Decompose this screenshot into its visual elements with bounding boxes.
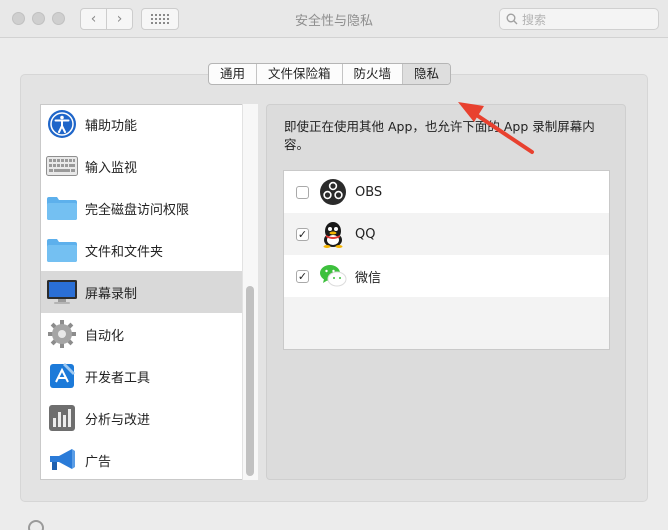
sidebar-item-automation[interactable]: 自动化 [41,313,243,355]
folder-icon [46,192,78,224]
folder-icon [46,234,78,266]
tab-firewall[interactable]: 防火墙 [343,64,404,84]
annotation-arrow-icon [458,102,534,154]
search-icon [506,13,518,25]
megaphone-icon [46,444,78,476]
sidebar-item-accessibility[interactable]: 辅助功能 [41,105,243,145]
app-row-obs[interactable]: OBS [284,171,609,213]
analytics-icon [46,402,78,434]
sidebar-item-label: 自动化 [85,328,125,344]
sidebar-item-label: 开发者工具 [85,370,151,386]
search-field[interactable]: 搜索 [499,8,659,30]
app-row-qq[interactable]: ✓ QQ [284,213,609,255]
sidebar-item-files-and-folders[interactable]: 文件和文件夹 [41,229,243,271]
app-list: OBS ✓ QQ ✓ 微信 [283,170,610,350]
sidebar-scrollbar-thumb[interactable] [246,286,254,476]
app-name: 微信 [355,270,382,286]
sidebar-item-label: 分析与改进 [85,412,151,428]
tab-general[interactable]: 通用 [209,64,258,84]
tab-filevault[interactable]: 文件保险箱 [257,64,343,84]
title-bar: ‹ › 安全性与隐私 搜索 [0,0,668,38]
obs-checkbox[interactable] [296,185,309,199]
privacy-category-list: 辅助功能 输入监视 完全磁盘访问权限 文件和文件夹 屏幕录制 自动化 开发者工具… [40,104,258,480]
keyboard-icon [46,150,78,182]
qq-checkbox[interactable]: ✓ [296,227,309,241]
app-name: QQ [355,226,376,242]
sidebar-item-label: 输入监视 [85,160,138,176]
sidebar-item-label: 辅助功能 [85,118,138,134]
wechat-checkbox[interactable]: ✓ [296,269,309,283]
wechat-icon [319,262,347,290]
sidebar-item-input-monitoring[interactable]: 输入监视 [41,145,243,187]
sidebar-item-label: 广告 [85,454,112,470]
empty-list-area [284,297,609,349]
developer-tools-icon [46,360,78,392]
sidebar-item-label: 屏幕录制 [85,286,138,302]
lock-icon[interactable] [28,520,44,530]
search-placeholder: 搜索 [522,12,547,27]
sidebar-item-developer-tools[interactable]: 开发者工具 [41,355,243,397]
app-name: OBS [355,184,383,200]
sidebar-item-label: 完全磁盘访问权限 [85,202,190,218]
gear-icon [46,318,78,350]
sidebar-item-advertising[interactable]: 广告 [41,439,243,479]
obs-icon [319,178,347,206]
tab-bar: 通用 文件保险箱 防火墙 隐私 [208,63,452,85]
sidebar-item-screen-recording[interactable]: 屏幕录制 [41,271,243,313]
sidebar-item-label: 文件和文件夹 [85,244,164,260]
accessibility-icon [46,108,78,140]
tab-privacy[interactable]: 隐私 [403,64,451,84]
sidebar-item-full-disk-access[interactable]: 完全磁盘访问权限 [41,187,243,229]
sidebar-item-analytics[interactable]: 分析与改进 [41,397,243,439]
app-row-wechat[interactable]: ✓ 微信 [284,255,609,297]
monitor-icon [46,276,78,308]
qq-icon [319,220,347,248]
